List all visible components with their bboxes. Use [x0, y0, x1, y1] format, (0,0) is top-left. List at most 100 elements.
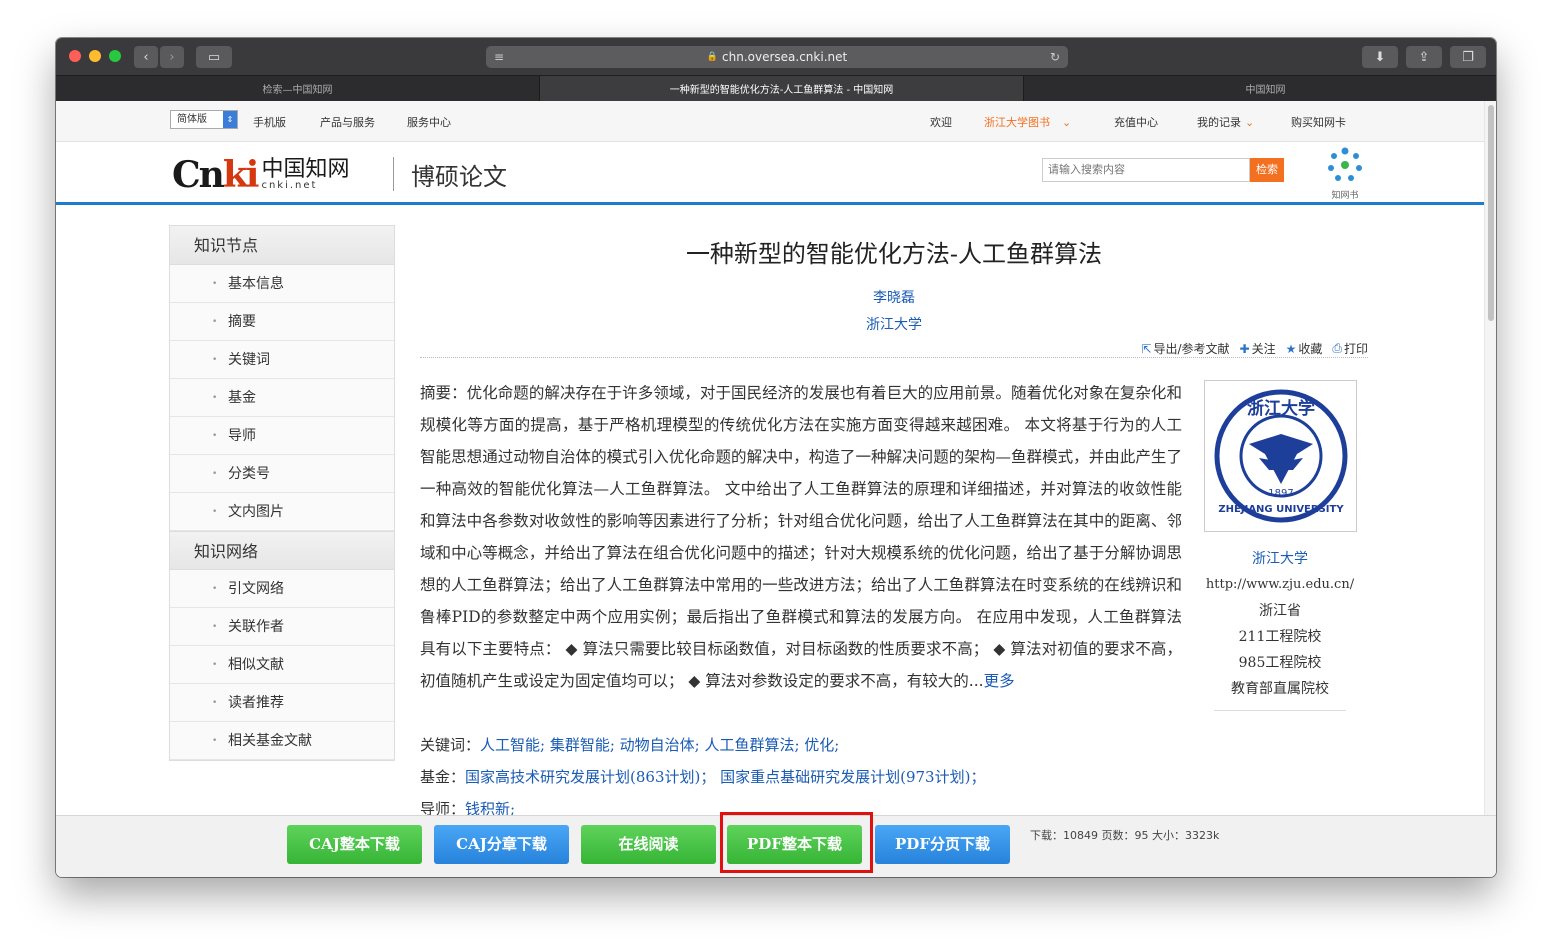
sidebar: 知识节点 基本信息 摘要 关键词 基金 导师 分类号 文内图片 知识网络 引文网… [169, 225, 395, 761]
minimize-window-button[interactable] [89, 50, 101, 62]
university-divider [1214, 710, 1346, 711]
printer-icon: ⎙ [1332, 341, 1342, 355]
tab-overview-button[interactable]: ❐ [1450, 46, 1486, 68]
search-button[interactable]: 检索 [1250, 158, 1284, 182]
star-icon: ★ [1285, 341, 1297, 356]
my-records-link[interactable]: 我的记录 ⌄ [1197, 114, 1254, 130]
url-text: chn.oversea.cnki.net [722, 50, 848, 64]
read-online-button[interactable]: 在线阅读 [581, 825, 716, 864]
mobile-link[interactable]: 手机版 [253, 114, 286, 130]
zoom-window-button[interactable] [109, 50, 121, 62]
section-title: 博硕论文 [411, 163, 507, 191]
sidebar-item-classification[interactable]: 分类号 [170, 455, 394, 493]
products-link[interactable]: 产品与服务 [320, 114, 375, 130]
back-button[interactable]: ‹ [134, 46, 158, 68]
library-link[interactable]: 浙江大学图书 ⌄ [984, 114, 1071, 130]
browser-window: ‹ › ▭ ≡ 🔒 chn.oversea.cnki.net ↻ ⬇ ⇪ ❐ 检… [56, 38, 1496, 877]
download-icon: ⬇ [1374, 49, 1386, 65]
tab-search[interactable]: 检索—中国知网 [56, 76, 540, 101]
abstract-label: 摘要： [420, 384, 467, 402]
share-button[interactable]: ⇪ [1406, 46, 1442, 68]
pdf-page-download-button[interactable]: PDF分页下载 [875, 825, 1010, 864]
print-label: 打印 [1343, 342, 1368, 356]
welcome-text: 欢迎 [930, 116, 952, 129]
export-button[interactable]: ⇱ 导出/参考文献 [1141, 340, 1229, 357]
university-info: 浙江大学 http://www.zju.edu.cn/ 浙江省 211工程院校 … [1196, 546, 1364, 711]
author-link[interactable]: 李晓磊 [420, 287, 1368, 307]
sidebar-item-fund[interactable]: 基金 [170, 379, 394, 417]
seal-year: 1897 [1268, 488, 1293, 499]
zhiwangshu-link[interactable]: 知网书 [1318, 145, 1372, 203]
recharge-link[interactable]: 充值中心 [1114, 114, 1158, 130]
library-label: 浙江大学图书 [984, 116, 1050, 129]
service-center-link[interactable]: 服务中心 [407, 114, 451, 130]
institution-name[interactable]: 浙江大学 [866, 317, 922, 333]
sidebar-item-related-authors[interactable]: 关联作者 [170, 608, 394, 646]
reload-icon[interactable]: ↻ [1050, 50, 1060, 64]
close-window-button[interactable] [69, 50, 81, 62]
sidebar-item-citation-network[interactable]: 引文网络 [170, 570, 394, 608]
keywords-row: 关键词：人工智能; 集群智能; 动物自治体; 人工鱼群算法; 优化; [420, 734, 839, 755]
sidebar-item-keywords[interactable]: 关键词 [170, 341, 394, 379]
site-header: Cnki 中国知网 cnki.net 博硕论文 检索 知网书 [56, 143, 1484, 205]
scrollbar-thumb[interactable] [1488, 105, 1494, 321]
logo-ki: ki [222, 154, 260, 196]
logo-chinese: 中国知网 [261, 157, 350, 182]
forward-button[interactable]: › [160, 46, 184, 68]
tabs-icon: ❐ [1462, 49, 1474, 65]
university-name-link[interactable]: 浙江大学 [1196, 546, 1364, 572]
favorite-button[interactable]: ★ 收藏 [1286, 340, 1323, 357]
university-province: 浙江省 [1259, 603, 1301, 619]
tab-bar: 检索—中国知网 一种新型的智能优化方法-人工鱼群算法 - 中国知网 中国知网 + [56, 75, 1496, 101]
fund-links[interactable]: 国家高技术研究发展计划(863计划)； 国家重点基础研究发展计划(973计划)； [465, 768, 985, 786]
web-page: 简体版 ⇕ 手机版 产品与服务 服务中心 欢迎 浙江大学图书 ⌄ 充值中心 我的记… [56, 101, 1484, 853]
sidebar-item-abstract[interactable]: 摘要 [170, 303, 394, 341]
sidebar-item-basic-info[interactable]: 基本信息 [170, 265, 394, 303]
search-input[interactable] [1042, 158, 1250, 182]
fund-label: 基金： [420, 768, 466, 786]
university-tag: 教育部直属院校 [1231, 681, 1329, 697]
cnki-logo[interactable]: Cnki 中国知网 cnki.net [172, 153, 349, 197]
download-toolbar: CAJ整本下载 CAJ分章下载 在线阅读 PDF整本下载 PDF分页下载 下载：… [56, 812, 1496, 877]
page-scrollbar[interactable] [1484, 101, 1496, 853]
downloads-button[interactable]: ⬇ [1362, 46, 1398, 68]
print-button[interactable]: ⎙ 打印 [1332, 340, 1368, 357]
sidebar-group-knowledge-network: 知识网络 [170, 531, 394, 570]
tab-article[interactable]: 一种新型的智能优化方法-人工鱼群算法 - 中国知网 [540, 76, 1024, 101]
follow-button[interactable]: ✚ 关注 [1240, 340, 1276, 357]
caj-chapter-download-button[interactable]: CAJ分章下载 [434, 825, 569, 864]
more-link[interactable]: 更多 [984, 672, 1015, 690]
sidebar-item-similar-docs[interactable]: 相似文献 [170, 646, 394, 684]
language-select[interactable]: 简体版 ⇕ [170, 110, 238, 129]
seal-english: ZHEJIANG UNIVERSITY [1218, 504, 1344, 515]
address-bar[interactable]: ≡ 🔒 chn.oversea.cnki.net ↻ [486, 46, 1068, 68]
caj-full-download-button[interactable]: CAJ整本下载 [287, 825, 422, 864]
seal-chinese: 浙江大学 [1247, 398, 1315, 419]
author-name[interactable]: 李晓磊 [873, 290, 915, 306]
download-stats: 下载：10849 页数：95 大小：3323k [1030, 829, 1220, 842]
tab-cnki-home[interactable]: 中国知网 [1024, 76, 1496, 101]
buy-card-link[interactable]: 购买知网卡 [1291, 114, 1346, 130]
sidebar-item-reader-recommend[interactable]: 读者推荐 [170, 684, 394, 722]
highlight-box [720, 812, 873, 873]
favorite-label: 收藏 [1298, 342, 1323, 356]
university-tag: 985工程院校 [1238, 655, 1322, 671]
abstract-text: 优化命题的解决存在于许多领域，对于国民经济的发展也有着巨大的应用前景。随着优化对… [420, 384, 1182, 690]
logo-text: 中国知网 cnki.net [261, 159, 349, 191]
sidebar-item-figures[interactable]: 文内图片 [170, 493, 394, 531]
logo-mark: Cnki [172, 154, 260, 196]
reader-icon[interactable]: ≡ [494, 50, 504, 64]
university-logo[interactable]: 浙江大学 1897 ZHEJIANG UNIVERSITY [1204, 380, 1357, 532]
sidebar-item-related-fund-docs[interactable]: 相关基金文献 [170, 722, 394, 760]
logo-cn: Cn [172, 154, 225, 196]
university-seal-icon: 浙江大学 1897 ZHEJIANG UNIVERSITY [1214, 389, 1347, 523]
logo-domain: cnki.net [261, 180, 318, 191]
institution-link[interactable]: 浙江大学 [420, 314, 1368, 334]
sidebar-item-advisor[interactable]: 导师 [170, 417, 394, 455]
chevron-down-icon: ⌄ [1062, 116, 1072, 129]
keywords-links[interactable]: 人工智能; 集群智能; 动物自治体; 人工鱼群算法; 优化; [480, 736, 839, 754]
article-tools: ⇱ 导出/参考文献 ✚ 关注 ★ 收藏 ⎙ 打印 [1141, 340, 1368, 357]
chevron-updown-icon: ⇕ [223, 111, 237, 128]
chevron-left-icon: ‹ [143, 49, 149, 65]
sidebar-toggle-button[interactable]: ▭ [196, 46, 232, 68]
